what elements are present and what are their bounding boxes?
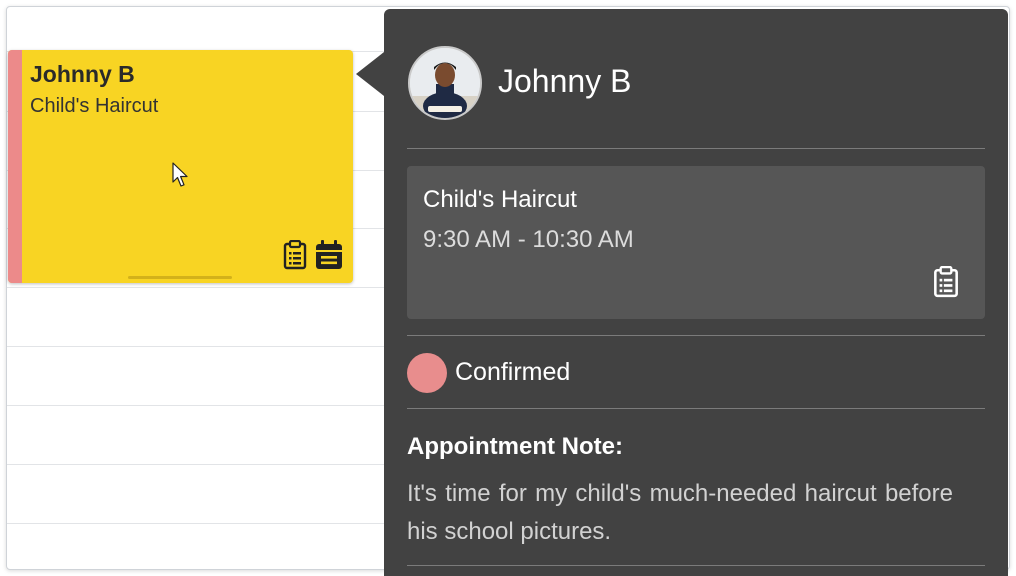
grid-line <box>7 346 387 347</box>
popover-client-name: Johnny B <box>498 63 632 99</box>
clipboard-icon <box>283 239 307 275</box>
status-label: Confirmed <box>455 358 571 386</box>
divider <box>407 565 985 566</box>
service-name: Child's Haircut <box>423 186 577 213</box>
client-avatar[interactable] <box>408 46 482 120</box>
status-indicator <box>407 353 447 393</box>
event-status-accent <box>8 50 22 283</box>
grid-line <box>7 287 387 288</box>
grid-line <box>7 405 387 406</box>
appointment-popover: Johnny B Child's Haircut 9:30 AM - 10:30… <box>384 9 1008 576</box>
grid-line <box>7 464 387 465</box>
event-icons <box>283 239 343 275</box>
appointment-note-body: It's time for my child's much-needed hai… <box>407 480 953 545</box>
divider <box>407 148 985 149</box>
event-service-name: Child's Haircut <box>30 95 159 117</box>
grid-line <box>7 523 387 524</box>
appointment-note-heading: Appointment Note: <box>407 433 623 460</box>
popover-arrow <box>356 52 384 96</box>
service-time: 9:30 AM - 10:30 AM <box>423 226 634 253</box>
service-details-box: Child's Haircut 9:30 AM - 10:30 AM <box>407 166 985 319</box>
clipboard-icon[interactable] <box>933 265 959 303</box>
event-client-name: Johnny B <box>30 61 135 87</box>
calendar-icon <box>315 240 343 275</box>
event-resize-handle[interactable] <box>128 276 232 279</box>
divider <box>407 408 985 409</box>
divider <box>407 335 985 336</box>
mouse-cursor-icon <box>172 162 190 193</box>
